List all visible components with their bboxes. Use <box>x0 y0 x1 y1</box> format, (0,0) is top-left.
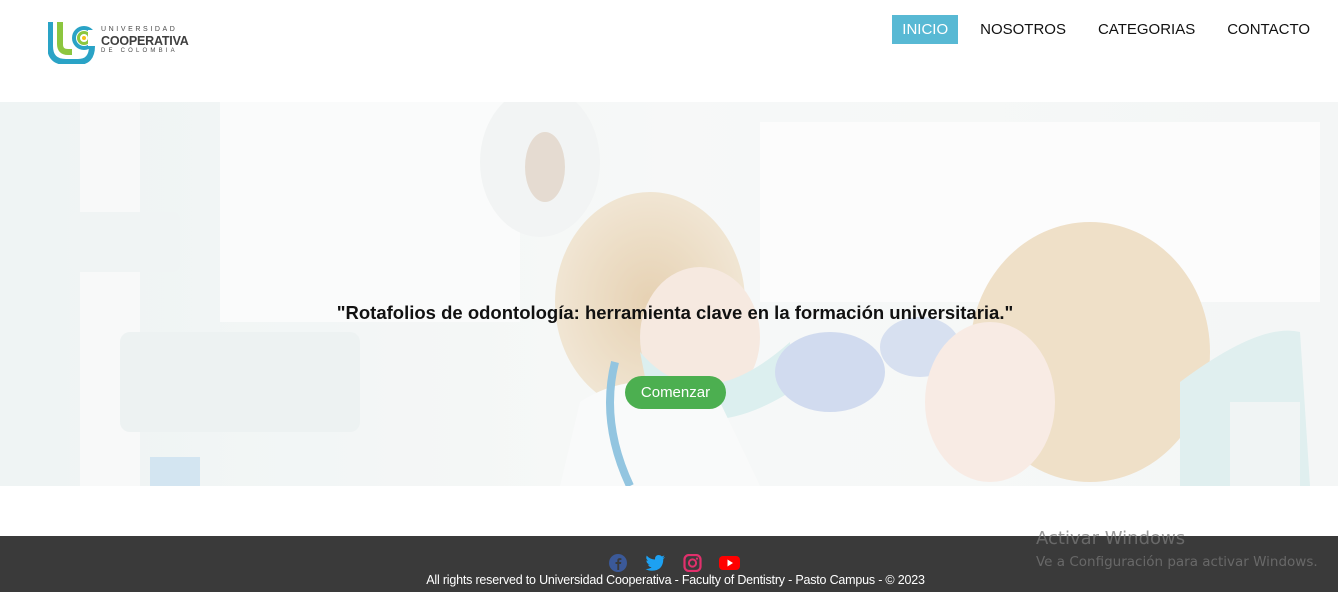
main-nav: INICIO NOSOTROS CATEGORIAS CONTACTO <box>892 15 1320 44</box>
dental-clinic-background-image <box>0 102 1338 486</box>
nav-item-categorias[interactable]: CATEGORIAS <box>1088 15 1205 44</box>
nav-item-inicio[interactable]: INICIO <box>892 15 959 44</box>
start-button[interactable]: Comenzar <box>625 376 726 409</box>
wordmark-line1: UNIVERSIDAD <box>101 26 178 33</box>
watermark-subtitle: Ve a Configuración para activar Windows. <box>1036 554 1318 570</box>
watermark-title: Activar Windows <box>1036 528 1186 549</box>
hero-banner: "Rotafolios de odontología: herramienta … <box>0 102 1338 486</box>
hero-title: "Rotafolios de odontología: herramienta … <box>336 302 1014 324</box>
wordmark-line3: DE COLOMBIA <box>101 48 178 54</box>
youtube-icon[interactable] <box>719 554 740 572</box>
instagram-icon[interactable] <box>682 553 703 573</box>
nav-item-contacto[interactable]: CONTACTO <box>1217 15 1320 44</box>
university-wordmark: UNIVERSIDAD COOPERATIVA DE COLOMBIA <box>101 26 189 55</box>
nav-item-nosotros[interactable]: NOSOTROS <box>970 15 1076 44</box>
windows-activation-watermark: Activar Windows Ve a Configuración para … <box>1036 528 1318 572</box>
site-header: UNIVERSIDAD COOPERATIVA DE COLOMBIA INIC… <box>0 0 1338 102</box>
twitter-icon[interactable] <box>645 554 666 572</box>
footer-copyright: All rights reserved to Universidad Coope… <box>426 573 925 587</box>
facebook-icon[interactable] <box>608 554 629 572</box>
social-links <box>608 553 740 573</box>
wordmark-line2: COOPERATIVA <box>101 34 189 48</box>
